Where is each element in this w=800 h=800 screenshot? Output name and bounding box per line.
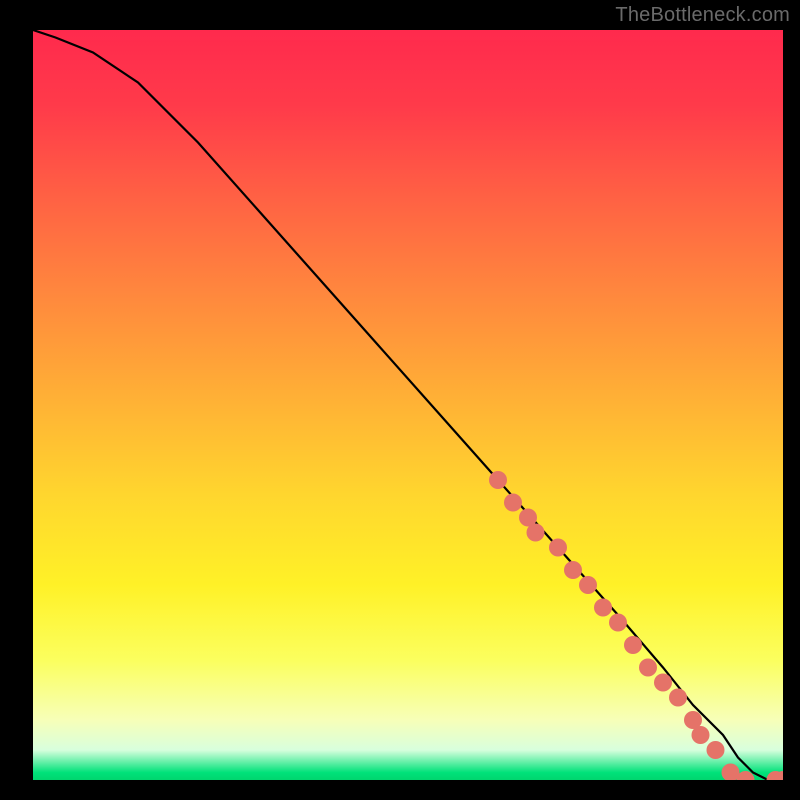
data-marker: [549, 539, 567, 557]
data-marker: [579, 576, 597, 594]
data-marker: [504, 494, 522, 512]
data-marker: [639, 659, 657, 677]
watermark-text: TheBottleneck.com: [615, 4, 790, 27]
data-marker: [624, 636, 642, 654]
data-marker: [489, 471, 507, 489]
data-marker: [594, 599, 612, 617]
curve-line: [33, 30, 783, 780]
data-marker: [564, 561, 582, 579]
data-marker: [669, 689, 687, 707]
data-marker: [707, 741, 725, 759]
data-marker: [609, 614, 627, 632]
data-marker: [654, 674, 672, 692]
data-marker: [527, 524, 545, 542]
data-marker: [692, 726, 710, 744]
data-markers: [489, 471, 783, 780]
chart-overlay: [33, 30, 783, 780]
chart-area: [33, 30, 783, 780]
data-marker: [722, 764, 740, 781]
stage: TheBottleneck.com: [0, 0, 800, 800]
